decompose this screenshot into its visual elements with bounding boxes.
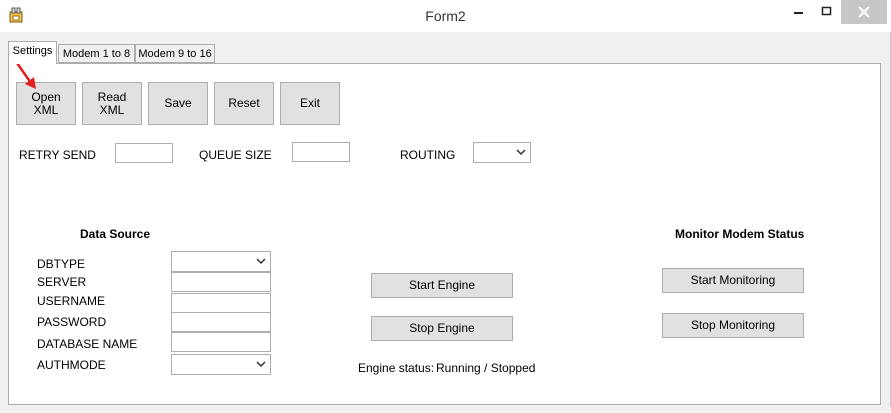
data-source-heading: Data Source [80, 227, 151, 241]
title-bar[interactable]: Form2 [0, 0, 891, 32]
routing-select[interactable] [473, 142, 531, 163]
password-label: PASSWORD [37, 315, 107, 329]
database-name-input[interactable] [171, 332, 271, 352]
database-name-label: DATABASE NAME [37, 337, 138, 351]
close-button[interactable] [841, 0, 887, 24]
chevron-down-icon [256, 361, 266, 368]
minimize-icon [794, 12, 803, 14]
read-xml-button[interactable]: Read XML [82, 82, 142, 125]
save-button[interactable]: Save [148, 82, 208, 125]
authmode-select[interactable] [171, 354, 271, 375]
monitor-modem-status-heading: Monitor Modem Status [675, 227, 805, 241]
red-arrow-icon [15, 61, 36, 89]
queue-size-label: QUEUE SIZE [199, 148, 272, 162]
maximize-icon [821, 6, 832, 16]
retry-send-input[interactable] [115, 143, 173, 163]
dbtype-select[interactable] [171, 251, 271, 272]
chevron-down-icon [516, 149, 526, 156]
server-label: SERVER [37, 275, 87, 289]
authmode-label: AUTHMODE [37, 358, 106, 372]
dbtype-label: DBTYPE [37, 257, 86, 271]
start-engine-button[interactable]: Start Engine [371, 273, 513, 298]
exit-button[interactable]: Exit [280, 82, 340, 125]
start-monitoring-button[interactable]: Start Monitoring [662, 268, 804, 293]
queue-size-input[interactable] [292, 142, 350, 162]
minimize-button[interactable] [785, 0, 813, 24]
tab-modem-1-to-8[interactable]: Modem 1 to 8 [58, 44, 135, 63]
tab-settings[interactable]: Settings [8, 41, 57, 64]
form2-window: Form2 Settings Modem 1 to 8 Modem 9 to 1… [0, 0, 891, 413]
username-label: USERNAME [37, 294, 106, 308]
password-input[interactable] [171, 312, 271, 332]
stop-monitoring-button[interactable]: Stop Monitoring [662, 313, 804, 338]
reset-button[interactable]: Reset [214, 82, 274, 125]
tab-modem-9-to-16[interactable]: Modem 9 to 16 [135, 44, 215, 63]
routing-label: ROUTING [400, 148, 456, 162]
window-title: Form2 [425, 8, 466, 24]
open-xml-label: Open XML [31, 89, 61, 117]
engine-status-value: Running / Stopped [436, 361, 536, 375]
window-bottom-edge [0, 407, 891, 413]
maximize-button[interactable] [813, 0, 841, 24]
stop-engine-button[interactable]: Stop Engine [371, 316, 513, 341]
chevron-down-icon [256, 258, 266, 265]
retry-send-label: RETRY SEND [19, 148, 96, 162]
username-input[interactable] [171, 293, 271, 313]
engine-status-label: Engine status: [358, 361, 435, 375]
read-xml-label: Read XML [97, 89, 127, 117]
server-input[interactable] [171, 272, 271, 292]
close-icon [858, 6, 870, 18]
